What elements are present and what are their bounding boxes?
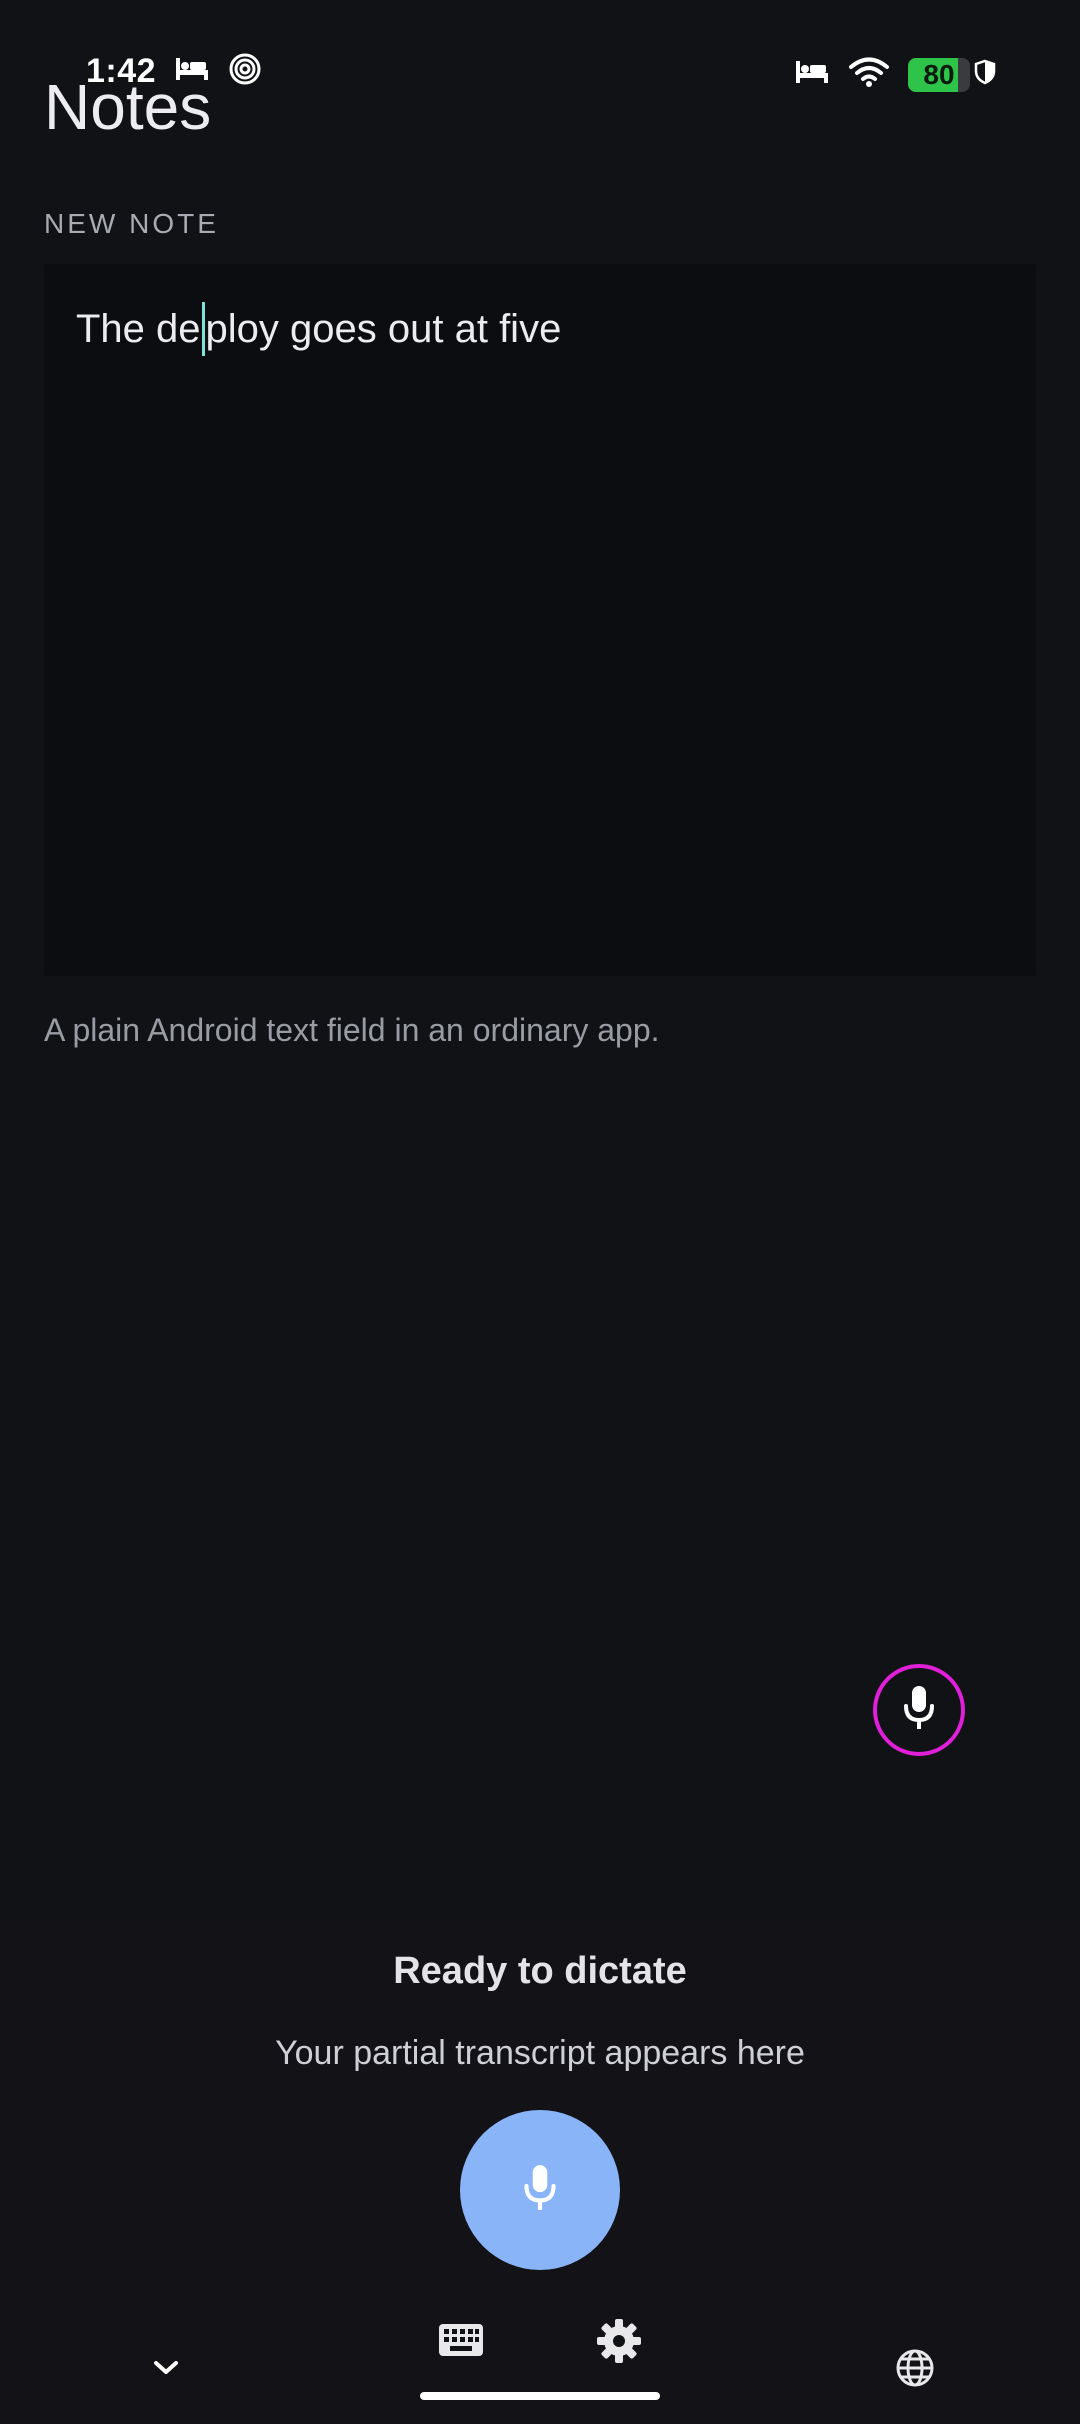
home-indicator[interactable] <box>420 2392 660 2400</box>
mic-icon <box>521 2163 559 2218</box>
chevron-down-icon <box>152 2358 180 2383</box>
status-bar-right: 80 <box>794 56 996 93</box>
note-text[interactable]: The de ploy goes out at five <box>76 302 561 356</box>
collapse-button[interactable] <box>146 2350 186 2390</box>
spiral-icon <box>228 52 262 91</box>
note-text-field[interactable] <box>44 264 1036 976</box>
mic-icon <box>901 1684 937 1737</box>
keyboard-button[interactable] <box>436 2322 486 2362</box>
shield-icon <box>974 59 996 90</box>
screen: 1:42 80 Notes NEW NOTE The de ploy goes … <box>0 0 1080 2424</box>
settings-button[interactable] <box>594 2318 644 2368</box>
battery-icon: 80 <box>908 57 970 92</box>
section-label: NEW NOTE <box>44 208 219 239</box>
helper-text: A plain Android text field in an ordinar… <box>44 1012 660 1048</box>
floating-mic-button[interactable] <box>873 1664 965 1756</box>
battery-body: 80 <box>908 57 970 92</box>
dictate-mic-button[interactable] <box>460 2110 620 2270</box>
keyboard-icon <box>438 2323 484 2362</box>
dictation-status-title: Ready to dictate <box>393 1950 687 1992</box>
text-caret <box>201 302 205 356</box>
note-text-after-caret: ploy goes out at five <box>205 306 562 351</box>
wifi-icon <box>848 56 890 93</box>
gear-icon <box>595 2317 643 2370</box>
page-title: Notes <box>44 71 212 143</box>
bed-icon <box>794 59 830 90</box>
note-text-before-caret: The de <box>76 306 201 351</box>
battery-level: 80 <box>923 58 955 90</box>
partial-transcript: Your partial transcript appears here <box>275 2034 805 2072</box>
globe-icon <box>895 2348 935 2393</box>
language-button[interactable] <box>893 2348 937 2392</box>
